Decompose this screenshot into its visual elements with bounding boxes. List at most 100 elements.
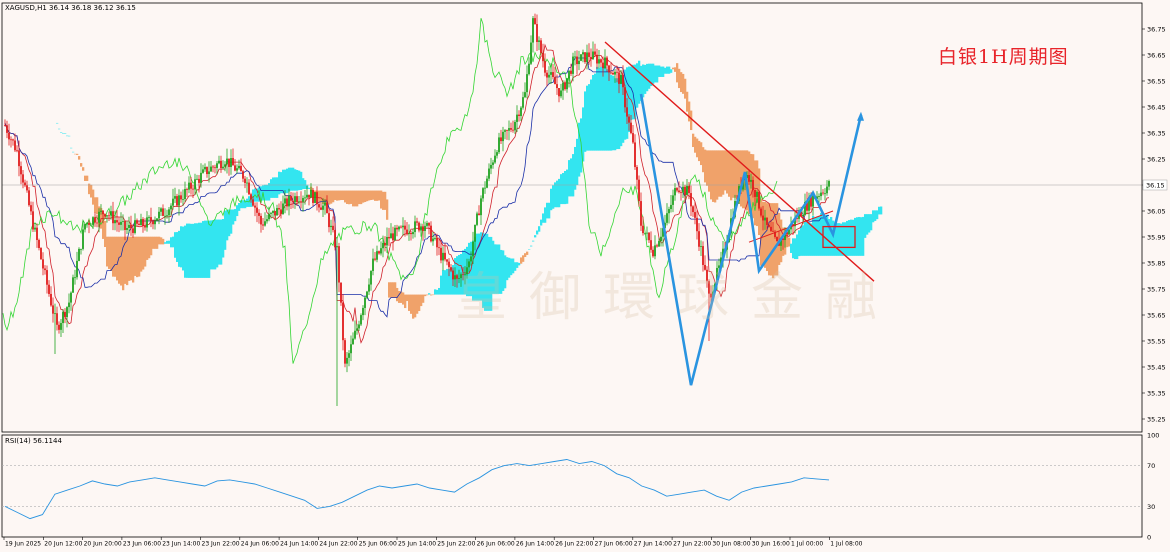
cloud-segment <box>420 294 423 307</box>
candle-body <box>622 74 624 88</box>
cloud-segment <box>58 128 61 130</box>
cloud-segment <box>692 133 695 148</box>
cloud-segment <box>550 188 553 211</box>
candle-body <box>314 192 316 203</box>
cloud-segment <box>290 167 293 191</box>
candle-body <box>394 227 396 241</box>
candle-body <box>446 259 448 262</box>
candle-body <box>34 227 36 230</box>
price-tick-label: 36.65 <box>1147 52 1166 60</box>
candle-body <box>18 150 20 167</box>
cloud-segment <box>224 210 227 250</box>
candle-body <box>544 61 546 73</box>
rsi-tick-label: 70 <box>1147 462 1155 470</box>
cloud-segment <box>380 190 383 209</box>
cloud-segment <box>564 171 567 205</box>
candle-body <box>236 168 238 171</box>
cloud-segment <box>364 190 367 203</box>
candle-body <box>658 241 660 247</box>
cloud-segment <box>674 67 677 72</box>
cloud-segment <box>728 150 731 197</box>
cloud-segment <box>866 214 869 235</box>
cloud-segment <box>602 66 605 151</box>
cloud-segment <box>808 222 811 256</box>
time-tick-label: 24 Jun 22:00 <box>319 541 357 548</box>
candle-body <box>398 226 400 230</box>
cloud-segment <box>362 190 365 203</box>
cloud-segment <box>352 190 355 207</box>
cloud-segment <box>870 214 873 231</box>
candle-body <box>368 284 370 292</box>
candle-body <box>602 62 604 69</box>
candle-body <box>648 232 650 241</box>
cloud-segment <box>406 294 409 302</box>
cloud-segment <box>714 150 717 203</box>
candle-body <box>122 221 124 222</box>
candle-body <box>614 71 616 75</box>
cloud-segment <box>596 66 599 151</box>
cloud-segment <box>78 156 81 160</box>
cloud-segment <box>438 287 441 295</box>
cloud-segment <box>816 216 819 256</box>
candle-body <box>824 193 826 195</box>
cloud-segment <box>570 158 573 197</box>
cloud-segment <box>56 122 59 124</box>
cloud-segment <box>798 230 801 257</box>
candle-body <box>692 206 694 213</box>
cloud-segment <box>610 74 613 151</box>
candle-body <box>624 87 626 108</box>
cloud-segment <box>788 237 791 247</box>
candle-body <box>110 211 112 216</box>
candle-body <box>670 204 672 210</box>
candle-body <box>672 195 674 205</box>
candle-body <box>640 201 642 226</box>
cloud-segment <box>342 190 345 201</box>
cloud-segment <box>64 133 67 134</box>
cloud-segment <box>538 226 541 232</box>
cloud-segment <box>652 63 655 84</box>
candle-body <box>590 56 592 60</box>
candle-body <box>482 188 484 199</box>
cloud-segment <box>94 197 97 213</box>
candle-body <box>688 185 690 194</box>
candle-body <box>386 236 388 246</box>
candle-body <box>154 220 156 225</box>
candle-body <box>60 323 62 330</box>
candle-body <box>44 268 46 271</box>
candle-body <box>230 158 232 167</box>
candle-body <box>330 225 332 228</box>
candle-body <box>586 52 588 63</box>
cloud-segment <box>350 190 353 204</box>
cloud-segment <box>390 282 393 298</box>
candle-body <box>818 196 820 197</box>
candle-body <box>240 165 242 172</box>
candle-body <box>680 192 682 193</box>
cloud-segment <box>138 236 141 277</box>
candle-body <box>260 215 262 225</box>
cloud-segment <box>134 236 137 276</box>
candle-body <box>772 230 774 232</box>
cloud-segment <box>648 63 651 89</box>
candle-body <box>644 232 646 234</box>
candle-body <box>604 57 606 69</box>
cloud-segment <box>194 223 197 278</box>
cloud-segment <box>246 198 249 207</box>
cloud-segment <box>698 140 701 162</box>
time-tick-label: 23 Jun 14:00 <box>162 541 200 548</box>
candle-body <box>286 198 288 207</box>
candle-body <box>484 187 486 189</box>
candle-body <box>96 222 98 224</box>
candle-body <box>476 213 478 225</box>
candle-body <box>184 189 186 200</box>
time-tick-label: 30 Jun 08:00 <box>712 541 750 548</box>
cloud-segment <box>136 236 139 278</box>
candle-body <box>526 74 528 93</box>
time-tick-label: 1 Jul 08:00 <box>830 541 862 548</box>
cloud-segment <box>280 172 283 194</box>
candle-body <box>198 178 200 183</box>
candle-body <box>144 225 146 228</box>
cloud-segment <box>366 190 369 202</box>
cloud-segment <box>860 217 863 256</box>
cloud-segment <box>560 174 563 205</box>
cloud-segment <box>160 237 163 245</box>
